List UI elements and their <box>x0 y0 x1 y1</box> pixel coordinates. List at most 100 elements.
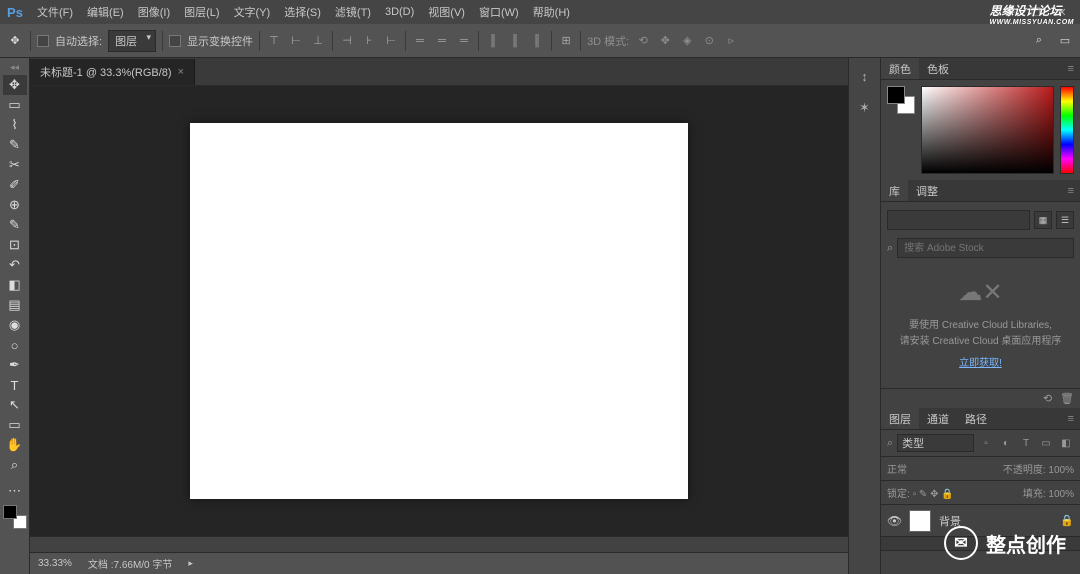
lock-all-icon[interactable]: 🔒 <box>941 489 953 500</box>
lock-pixels-icon[interactable]: ✎ <box>919 489 927 500</box>
foreground-swatch[interactable] <box>3 505 17 519</box>
workspace-icon[interactable]: ▭ <box>1056 32 1074 50</box>
doc-size[interactable]: 文档 :7.66M/0 字节 <box>88 556 172 571</box>
menu-type[interactable]: 文字(Y) <box>227 4 278 20</box>
link-icon[interactable]: ⟲ <box>1043 392 1052 405</box>
trash-icon[interactable]: 🗑 <box>1060 392 1074 405</box>
color-field[interactable] <box>921 86 1054 174</box>
canvas-area[interactable] <box>30 86 848 536</box>
menu-layer[interactable]: 图层(L) <box>177 4 226 20</box>
grid-view-icon[interactable]: ▦ <box>1034 211 1052 229</box>
menu-edit[interactable]: 编辑(E) <box>80 4 131 20</box>
history-brush-tool[interactable]: ↶ <box>3 255 27 275</box>
lock-transparency-icon[interactable]: ▫ <box>913 489 917 500</box>
lib-dropdown[interactable] <box>887 210 1030 230</box>
auto-select-checkbox[interactable] <box>37 35 49 47</box>
history-panel-icon[interactable]: ↕ <box>855 66 875 86</box>
fill-value[interactable]: 100% <box>1048 489 1074 500</box>
search-icon[interactable]: ⌕ <box>1030 32 1048 50</box>
panel-menu-icon[interactable]: ≡ <box>1062 413 1080 425</box>
eyedropper-tool[interactable]: ✐ <box>3 175 27 195</box>
tab-color[interactable]: 颜色 <box>881 58 919 79</box>
dist-bottom-icon[interactable]: ═ <box>456 33 472 49</box>
properties-panel-icon[interactable]: ✶ <box>855 98 875 118</box>
tab-adjustments[interactable]: 调整 <box>908 180 946 201</box>
menu-image[interactable]: 图像(I) <box>131 4 177 20</box>
color-fgbg-mini[interactable] <box>887 86 915 114</box>
panel-menu-icon[interactable]: ≡ <box>1062 185 1080 197</box>
lasso-tool[interactable]: ⌇ <box>3 115 27 135</box>
menu-3d[interactable]: 3D(D) <box>378 6 421 18</box>
menu-select[interactable]: 选择(S) <box>277 4 328 20</box>
healing-tool[interactable]: ⊕ <box>3 195 27 215</box>
filter-adjust-icon[interactable]: ◐ <box>998 435 1014 451</box>
opacity-value[interactable]: 100% <box>1048 465 1074 476</box>
canvas[interactable] <box>190 123 688 499</box>
stock-search-input[interactable] <box>897 238 1074 258</box>
mini-foreground-swatch[interactable] <box>887 86 905 104</box>
tab-swatches[interactable]: 色板 <box>919 58 957 79</box>
move-tool[interactable]: ✥ <box>3 75 27 95</box>
filter-pixel-icon[interactable]: ▫ <box>978 435 994 451</box>
zoom-level[interactable]: 33.33% <box>38 558 72 569</box>
dodge-tool[interactable]: ○ <box>3 335 27 355</box>
menu-help[interactable]: 帮助(H) <box>526 4 577 20</box>
show-transform-checkbox[interactable] <box>169 35 181 47</box>
quick-select-tool[interactable]: ✎ <box>3 135 27 155</box>
dist-vcenter-icon[interactable]: ═ <box>434 33 450 49</box>
dist-top-icon[interactable]: ═ <box>412 33 428 49</box>
align-right-icon[interactable]: ⊢ <box>383 33 399 49</box>
brush-tool[interactable]: ✎ <box>3 215 27 235</box>
pen-tool[interactable]: ✒ <box>3 355 27 375</box>
document-tab[interactable]: 未标题-1 @ 33.3%(RGB/8) × <box>30 59 195 85</box>
cloud-link[interactable]: 立即获取! <box>959 356 1002 372</box>
horizontal-scrollbar[interactable] <box>30 536 848 552</box>
type-tool[interactable]: T <box>3 375 27 395</box>
filter-type-icon[interactable]: T <box>1018 435 1034 451</box>
filter-shape-icon[interactable]: ▭ <box>1038 435 1054 451</box>
crop-tool[interactable]: ✂ <box>3 155 27 175</box>
move-tool-icon[interactable]: ✥ <box>6 32 24 50</box>
tab-layers[interactable]: 图层 <box>881 408 919 429</box>
blur-tool[interactable]: ◉ <box>3 315 27 335</box>
eraser-tool[interactable]: ◧ <box>3 275 27 295</box>
lock-position-icon[interactable]: ✥ <box>930 489 938 500</box>
auto-align-icon[interactable]: ⊞ <box>558 33 574 49</box>
menu-window[interactable]: 窗口(W) <box>472 4 526 20</box>
marquee-tool[interactable]: ▭ <box>3 95 27 115</box>
auto-select-dropdown[interactable]: 图层 <box>108 30 156 52</box>
align-hcenter-icon[interactable]: ⊦ <box>361 33 377 49</box>
tab-close-icon[interactable]: × <box>178 66 184 78</box>
dist-right-icon[interactable]: ║ <box>529 33 545 49</box>
visibility-icon[interactable]: 👁 <box>887 514 901 528</box>
hand-tool[interactable]: ✋ <box>3 435 27 455</box>
gradient-tool[interactable]: ▤ <box>3 295 27 315</box>
align-left-icon[interactable]: ⊣ <box>339 33 355 49</box>
zoom-tool[interactable]: ⌕ <box>3 455 27 475</box>
list-view-icon[interactable]: ☰ <box>1056 211 1074 229</box>
toolbox-grip-icon[interactable]: ◂◂ <box>10 62 19 73</box>
dist-hcenter-icon[interactable]: ║ <box>507 33 523 49</box>
path-select-tool[interactable]: ↖ <box>3 395 27 415</box>
filter-smart-icon[interactable]: ◧ <box>1058 435 1074 451</box>
align-bottom-icon[interactable]: ⊥ <box>310 33 326 49</box>
menu-file[interactable]: 文件(F) <box>30 4 80 20</box>
align-top-icon[interactable]: ⊤ <box>266 33 282 49</box>
tab-paths[interactable]: 路径 <box>957 408 995 429</box>
layer-kind-filter[interactable]: 类型 <box>897 434 974 452</box>
status-chevron-icon[interactable]: ▸ <box>188 558 193 569</box>
dist-left-icon[interactable]: ║ <box>485 33 501 49</box>
layer-thumbnail[interactable] <box>909 510 931 532</box>
menu-view[interactable]: 视图(V) <box>421 4 472 20</box>
tab-libraries[interactable]: 库 <box>881 180 908 201</box>
hue-slider[interactable] <box>1060 86 1074 174</box>
clone-tool[interactable]: ⊡ <box>3 235 27 255</box>
blend-mode-dropdown[interactable]: 正常 <box>887 461 907 476</box>
tab-channels[interactable]: 通道 <box>919 408 957 429</box>
shape-tool[interactable]: ▭ <box>3 415 27 435</box>
align-vcenter-icon[interactable]: ⊢ <box>288 33 304 49</box>
edit-toolbar-icon[interactable]: ⋯ <box>3 481 27 501</box>
menu-filter[interactable]: 滤镜(T) <box>328 4 378 20</box>
fg-bg-swatches[interactable] <box>3 505 27 529</box>
panel-menu-icon[interactable]: ≡ <box>1062 63 1080 75</box>
